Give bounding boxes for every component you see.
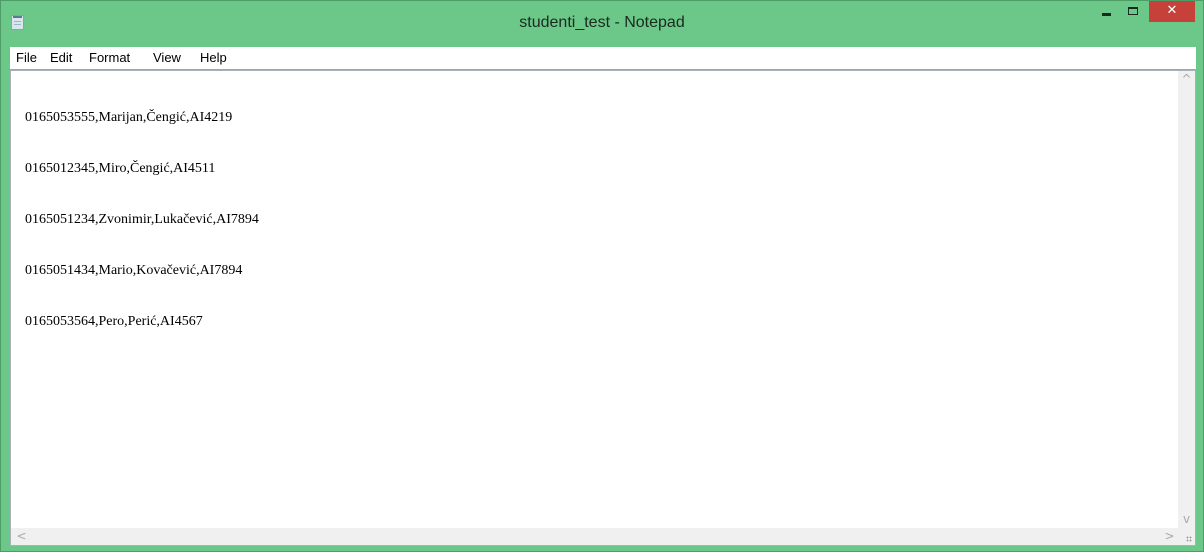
window-title: studenti_test - Notepad (519, 14, 685, 31)
vertical-scrollbar[interactable]: ^ v (1178, 71, 1195, 528)
text-line-1: 0165053555,Marijan,Čengić,AI4219 (25, 110, 233, 125)
menu-view[interactable]: View (153, 50, 181, 66)
menu-help[interactable]: Help (200, 50, 227, 66)
minimize-icon (1102, 13, 1111, 16)
text-line-2: 0165012345,Miro,Čengić,AI4511 (25, 161, 216, 176)
scroll-left-icon[interactable]: < (13, 528, 30, 545)
menu-format[interactable]: Format (89, 50, 130, 66)
text-line-3: 0165051234,Zvonimir,Lukačević,AI7894 (25, 212, 259, 227)
scroll-up-icon[interactable]: ^ (1178, 71, 1195, 88)
document-text[interactable]: 0165053555,Marijan,Čengić,AI4219 0165012… (25, 75, 259, 364)
horizontal-scrollbar[interactable]: < > (11, 528, 1178, 545)
resize-grip-icon[interactable] (1178, 528, 1195, 545)
close-icon: ✕ (1166, 3, 1178, 18)
text-line-4: 0165051434,Mario,Kovačević,AI7894 (25, 263, 243, 278)
maximize-button[interactable] (1121, 1, 1147, 21)
menu-edit[interactable]: Edit (50, 50, 72, 66)
scroll-right-icon[interactable]: > (1161, 528, 1178, 545)
title-bar[interactable]: studenti_test - Notepad ✕ (1, 1, 1203, 45)
menu-file[interactable]: File (16, 50, 37, 66)
minimize-button[interactable] (1094, 1, 1120, 21)
maximize-icon (1128, 7, 1138, 15)
notepad-window: studenti_test - Notepad ✕ File Edit Form… (0, 0, 1204, 552)
text-line-5: 0165053564,Pero,Perić,AI4567 (25, 314, 203, 329)
close-button[interactable]: ✕ (1149, 1, 1195, 22)
text-editor[interactable]: 0165053555,Marijan,Čengić,AI4219 0165012… (10, 70, 1196, 546)
scroll-down-icon[interactable]: v (1178, 511, 1195, 528)
menu-bar: File Edit Format View Help (10, 47, 1196, 69)
